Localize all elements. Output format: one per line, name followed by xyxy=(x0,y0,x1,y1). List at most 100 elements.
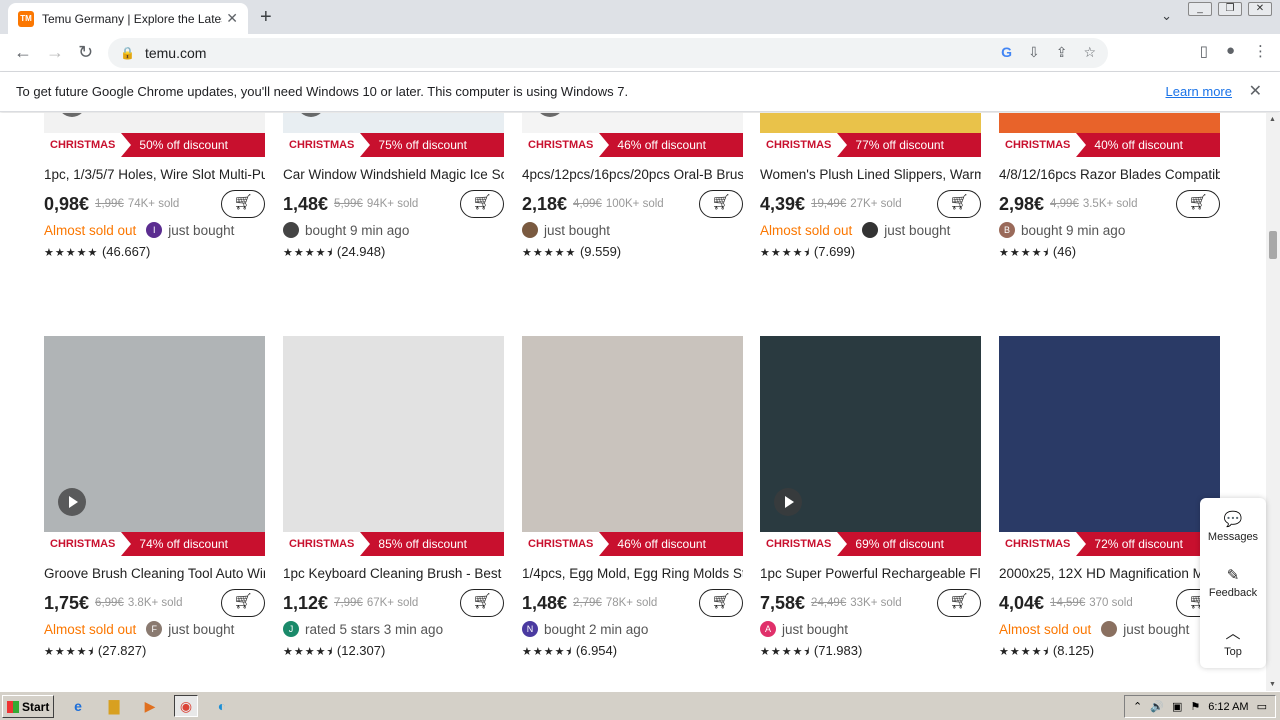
install-icon[interactable]: ⇩ xyxy=(1028,44,1040,61)
scroll-thumb[interactable] xyxy=(1269,231,1277,259)
scroll-down-icon[interactable]: ▼ xyxy=(1269,681,1276,688)
add-to-cart-icon[interactable]: 🛒︎ xyxy=(221,589,265,617)
discount-banner: CHRISTMAS 72% off discount xyxy=(999,532,1220,556)
bookmark-star-icon[interactable]: ☆ xyxy=(1083,44,1096,61)
buyer-activity: just bought xyxy=(1123,621,1190,637)
price: 1,75€ xyxy=(44,592,90,613)
lock-icon[interactable]: 🔒 xyxy=(120,46,135,60)
back-icon[interactable]: ← xyxy=(14,42,32,63)
product-title[interactable]: Groove Brush Cleaning Tool Auto Window B… xyxy=(44,566,265,584)
minimize-button[interactable]: _ xyxy=(1188,2,1212,16)
star-rating-icon: ★★★★⯨ xyxy=(760,646,811,658)
edge-icon[interactable]: ◐ xyxy=(210,695,234,717)
product-card[interactable]: CHRISTMAS 72% off discount 2000x25, 12X … xyxy=(999,336,1220,661)
discount-text: 74% off discount xyxy=(139,537,228,551)
product-card[interactable]: CHRISTMAS 50% off discount 1pc, 1/3/5/7 … xyxy=(44,113,265,262)
play-video-icon[interactable] xyxy=(58,488,86,516)
restore-button[interactable]: ❐ xyxy=(1218,2,1242,16)
start-button[interactable]: Start xyxy=(2,695,54,718)
menu-kebab-icon[interactable]: ⋮ xyxy=(1253,42,1268,60)
product-card[interactable]: CHRISTMAS 74% off discount Groove Brush … xyxy=(44,336,265,661)
buyer-avatar xyxy=(522,222,538,238)
product-title[interactable]: 1/4pcs, Egg Mold, Egg Ring Molds Stainle… xyxy=(522,566,743,584)
learn-more-link[interactable]: Learn more xyxy=(1166,84,1232,99)
tab-close-icon[interactable]: ✕ xyxy=(226,10,238,27)
play-video-icon[interactable] xyxy=(774,488,802,516)
product-title[interactable]: 1pc Super Powerful Rechargeable Flashlig… xyxy=(760,566,981,584)
product-title[interactable]: Car Window Windshield Magic Ice Scraper xyxy=(283,167,504,185)
new-tab-button[interactable]: + xyxy=(260,6,272,29)
ie-icon[interactable]: e xyxy=(66,695,90,717)
messages-button[interactable]: 💬 Messages xyxy=(1200,498,1266,554)
almost-sold-out: Almost sold out xyxy=(999,621,1092,637)
old-price: 2,79€ xyxy=(573,597,602,609)
product-title[interactable]: 2000x25, 12X HD Magnification Monocular xyxy=(999,566,1220,584)
media-player-icon[interactable]: ▶ xyxy=(138,695,162,717)
google-icon[interactable]: G xyxy=(1001,44,1012,61)
product-title[interactable]: Women's Plush Lined Slippers, Warm Winte… xyxy=(760,167,981,185)
product-image[interactable]: CHRISTMAS 50% off discount xyxy=(44,113,265,157)
product-image[interactable]: CHRISTMAS 46% off discount xyxy=(522,336,743,556)
browser-tab[interactable]: TM Temu Germany | Explore the Latest Clo… xyxy=(8,3,248,34)
product-title[interactable]: 4/8/12/16pcs Razor Blades Compatible xyxy=(999,167,1220,185)
product-card[interactable]: CHRISTMAS 77% off discount Women's Plush… xyxy=(760,113,981,262)
buyer-avatar: F xyxy=(146,621,163,637)
star-rating-icon: ★★★★⯨ xyxy=(999,646,1050,658)
play-video-icon[interactable] xyxy=(58,113,86,117)
product-title[interactable]: 4pcs/12pcs/16pcs/20pcs Oral-B Brush Head… xyxy=(522,167,743,185)
product-card[interactable]: CHRISTMAS 46% off discount 4pcs/12pcs/16… xyxy=(522,113,743,262)
url-text[interactable]: temu.com xyxy=(145,45,206,61)
action-center-flag-icon[interactable]: ⚑ xyxy=(1190,700,1200,713)
close-window-button[interactable]: ✕ xyxy=(1248,2,1272,16)
clock[interactable]: 6:12 AM xyxy=(1208,701,1248,713)
rating-count: (27.827) xyxy=(97,643,147,658)
product-image[interactable]: CHRISTMAS 72% off discount xyxy=(999,336,1220,556)
volume-icon[interactable]: 🔊 xyxy=(1150,700,1164,713)
product-image[interactable]: CHRISTMAS 40% off discount xyxy=(999,113,1220,157)
play-video-icon[interactable] xyxy=(297,113,325,117)
product-card[interactable]: CHRISTMAS 46% off discount 1/4pcs, Egg M… xyxy=(522,336,743,661)
product-image[interactable]: CHRISTMAS 77% off discount xyxy=(760,113,981,157)
add-to-cart-icon[interactable]: 🛒︎ xyxy=(699,589,743,617)
address-bar[interactable]: 🔒 temu.com G ⇩ ⇪ ☆ xyxy=(108,38,1108,68)
product-card[interactable]: CHRISTMAS 75% off discount Car Window Wi… xyxy=(283,113,504,262)
product-title[interactable]: 1pc Keyboard Cleaning Brush - Best Choic… xyxy=(283,566,504,584)
add-to-cart-icon[interactable]: 🛒︎ xyxy=(699,190,743,218)
product-card[interactable]: CHRISTMAS 85% off discount 1pc Keyboard … xyxy=(283,336,504,661)
add-to-cart-icon[interactable]: 🛒︎ xyxy=(460,589,504,617)
messages-label: Messages xyxy=(1207,531,1259,543)
chrome-icon[interactable]: ◉ xyxy=(174,695,198,717)
scrollbar[interactable]: ▲ ▼ xyxy=(1266,113,1280,691)
product-card[interactable]: CHRISTMAS 40% off discount 4/8/12/16pcs … xyxy=(999,113,1220,262)
explorer-folder-icon[interactable]: ▇ xyxy=(102,695,126,717)
share-icon[interactable]: ⇪ xyxy=(1056,44,1068,61)
product-image[interactable]: CHRISTMAS 74% off discount xyxy=(44,336,265,556)
profile-icon[interactable]: ● xyxy=(1226,42,1235,60)
infobar-close-icon[interactable]: ✕ xyxy=(1249,81,1262,101)
add-to-cart-icon[interactable]: 🛒︎ xyxy=(937,190,981,218)
tab-search-chevron-icon[interactable]: ⌄ xyxy=(1161,8,1172,24)
show-desktop-icon[interactable]: ▭ xyxy=(1257,700,1267,713)
product-image[interactable]: CHRISTMAS 69% off discount xyxy=(760,336,981,556)
play-video-icon[interactable] xyxy=(536,113,564,117)
almost-sold-out: Almost sold out xyxy=(44,222,137,238)
network-icon[interactable]: ▣ xyxy=(1172,700,1182,713)
add-to-cart-icon[interactable]: 🛒︎ xyxy=(1176,190,1220,218)
product-image[interactable]: CHRISTMAS 46% off discount xyxy=(522,113,743,157)
add-to-cart-icon[interactable]: 🛒︎ xyxy=(221,190,265,218)
product-image[interactable]: CHRISTMAS 75% off discount xyxy=(283,113,504,157)
reload-icon[interactable]: ↻ xyxy=(78,42,93,63)
tray-expand-icon[interactable]: ⌃ xyxy=(1133,700,1142,713)
product-image[interactable]: CHRISTMAS 85% off discount xyxy=(283,336,504,556)
feedback-button[interactable]: ✎ Feedback xyxy=(1200,554,1266,610)
product-title[interactable]: 1pc, 1/3/5/7 Holes, Wire Slot Multi-Purp… xyxy=(44,167,265,185)
buyer-avatar: I xyxy=(146,222,163,238)
forward-icon[interactable]: → xyxy=(46,42,64,63)
add-to-cart-icon[interactable]: 🛒︎ xyxy=(460,190,504,218)
side-panel-icon[interactable]: ▯ xyxy=(1200,42,1208,60)
add-to-cart-icon[interactable]: 🛒︎ xyxy=(937,589,981,617)
top-button[interactable]: ︿ Top xyxy=(1200,610,1266,666)
buyer-activity: just bought xyxy=(168,222,235,238)
product-card[interactable]: CHRISTMAS 69% off discount 1pc Super Pow… xyxy=(760,336,981,661)
scroll-up-icon[interactable]: ▲ xyxy=(1269,116,1276,123)
